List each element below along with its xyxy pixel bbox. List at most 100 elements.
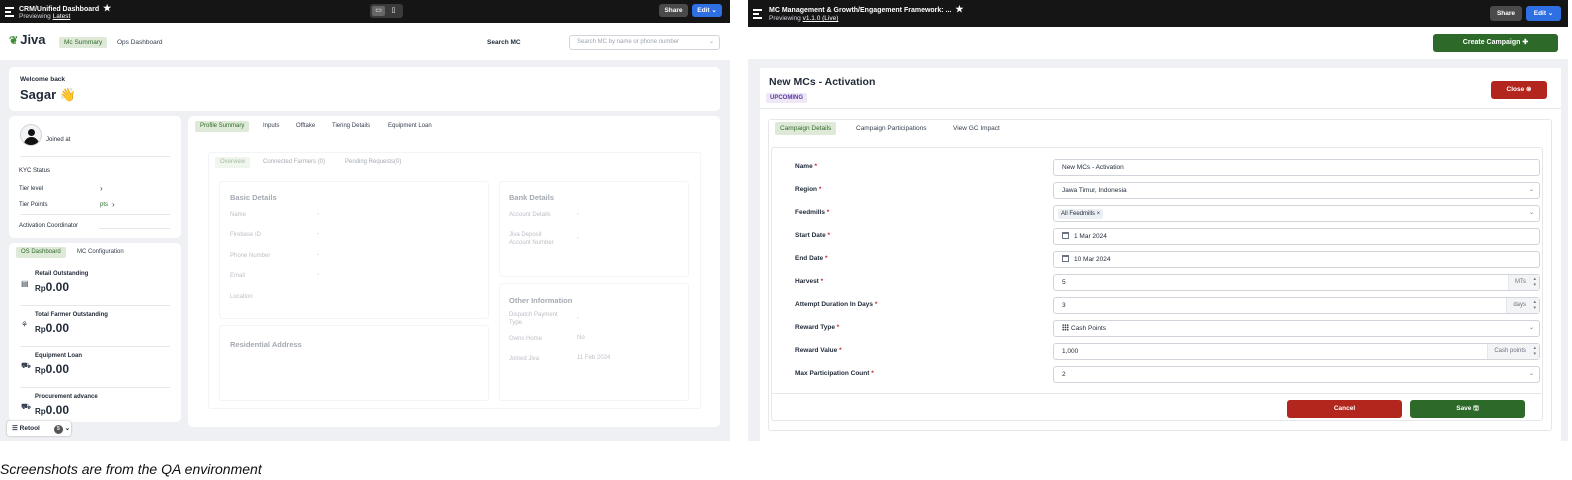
search-input[interactable]: Search MC by name or phone number ⌄ xyxy=(569,35,720,50)
left-screenshot: CRM/Unified Dashboard ★ Previewing Latest… xyxy=(0,0,730,441)
feedmill-chip[interactable]: All Feedmills × xyxy=(1058,209,1104,219)
overview-container: Overview Connected Farmers (0) Pending R… xyxy=(208,152,701,409)
welcome-card: Welcome back Sagar 👋 xyxy=(9,67,720,111)
preview-version-link[interactable]: v1.1.0 (Live) xyxy=(803,15,839,22)
field-value: - xyxy=(577,211,579,217)
edit-button[interactable]: Edit ⌄ xyxy=(1526,6,1561,21)
campaign-card: New MCs - Activation UPCOMING Close ⊗ Ca… xyxy=(760,68,1561,441)
top-bar: MC Management & Growth/Engagement Framew… xyxy=(748,0,1568,27)
residential-address-title: Residential Address xyxy=(230,340,302,349)
tab-os-dashboard[interactable]: OS Dashboard xyxy=(16,247,66,258)
basic-details-box: Basic Details Name - Firebase ID - Phone… xyxy=(219,181,489,319)
edit-button[interactable]: Edit ⌄ xyxy=(692,4,722,17)
os-item-value: Rp0.00 xyxy=(35,403,70,417)
name-input[interactable]: New MCs - Activation xyxy=(1053,159,1540,176)
app-navbar: ❦ Jiva Mc Summary Ops Dashboard Search MC… xyxy=(0,23,730,60)
stepper-icon[interactable]: ▴ ▾ xyxy=(1533,299,1536,311)
max-participation-select[interactable]: 2 ⌄ xyxy=(1053,366,1540,383)
tab-campaign-participations[interactable]: Campaign Participations xyxy=(851,122,931,135)
field-label-attempt-duration: Attempt Duration In Days * xyxy=(795,301,878,308)
feedmills-multiselect[interactable]: All Feedmills × ⌄ xyxy=(1053,205,1540,222)
star-icon[interactable]: ★ xyxy=(103,3,111,13)
tier-points-value: pts xyxy=(100,202,109,208)
field-label-feedmills: Feedmills * xyxy=(795,209,830,216)
divider xyxy=(20,214,170,215)
basic-details-title: Basic Details xyxy=(230,193,277,202)
retool-icon: ☰ xyxy=(12,425,18,432)
plant-icon: ⚘ xyxy=(21,320,29,329)
device-toggle[interactable]: ▭ ▯ xyxy=(370,4,403,18)
profile-summary-card: Profile Summary Inputs Offtake Tiering D… xyxy=(188,116,720,427)
tab-mc-summary[interactable]: Mc Summary xyxy=(59,37,108,48)
tab-mc-configuration[interactable]: MC Configuration xyxy=(72,247,129,258)
save-button[interactable]: Save 🖫 xyxy=(1410,400,1525,418)
tab-equipment-loan[interactable]: Equipment Loan xyxy=(383,121,437,132)
os-item-title: Equipment Loan xyxy=(35,353,82,359)
stepper-icon[interactable]: ▴ ▾ xyxy=(1533,345,1536,357)
field-label-harvest: Harvest * xyxy=(795,278,824,285)
top-bar: CRM/Unified Dashboard ★ Previewing Latest… xyxy=(0,0,730,23)
field-label-start-date: Start Date * xyxy=(795,232,831,239)
divider xyxy=(20,387,170,388)
chevron-down-icon: ⌄ xyxy=(1528,371,1534,377)
tier-points-label: Tier Points xyxy=(19,202,48,208)
other-information-box: Other Information Dispatch Payment Type … xyxy=(499,283,689,401)
chevron-right-icon[interactable]: › xyxy=(100,184,103,193)
tab-overview[interactable]: Overview xyxy=(215,157,251,168)
os-item-title: Retail Outstanding xyxy=(35,271,89,277)
field-value: - xyxy=(577,235,579,241)
caption: Screenshots are from the QA environment xyxy=(0,461,262,477)
tab-tiering-details[interactable]: Tiering Details xyxy=(327,121,375,132)
jiva-logo[interactable]: ❦ Jiva xyxy=(9,32,46,47)
chevron-down-icon: ⌄ xyxy=(1528,187,1534,193)
kyc-status-label: KYC Status xyxy=(19,168,51,174)
tier-level-label: Tier level xyxy=(19,186,44,192)
other-information-title: Other Information xyxy=(509,296,573,305)
field-label: Owns Home xyxy=(509,336,543,342)
search-label: Search MC xyxy=(487,39,521,46)
field-label-reward-type: Reward Type * xyxy=(795,324,840,331)
cancel-button[interactable]: Cancel xyxy=(1287,400,1402,418)
activation-coordinator-label: Activation Coordinator xyxy=(19,223,79,229)
avatar xyxy=(20,124,42,146)
field-label: Dispatch Payment Type xyxy=(509,312,558,326)
tab-campaign-details[interactable]: Campaign Details xyxy=(775,122,837,135)
region-select[interactable]: Jawa Timur, Indonesia ⌄ xyxy=(1053,182,1540,199)
retool-badge[interactable]: ☰ Retool 5 ⌄ xyxy=(7,421,71,436)
residential-address-box: Residential Address xyxy=(219,325,489,401)
tab-view-gc-impact[interactable]: View GC Impact xyxy=(948,122,1005,135)
share-button[interactable]: Share xyxy=(1490,6,1522,21)
tab-offtake[interactable]: Offtake xyxy=(291,121,320,132)
tab-profile-summary[interactable]: Profile Summary xyxy=(195,121,250,132)
start-date-picker[interactable]: 1 Mar 2024 xyxy=(1053,228,1540,245)
divider xyxy=(772,393,1542,394)
tab-pending-requests[interactable]: Pending Requests(0) xyxy=(340,157,406,168)
desktop-icon[interactable]: ▭ xyxy=(372,6,385,16)
mobile-icon[interactable]: ▯ xyxy=(387,6,400,16)
share-button[interactable]: Share xyxy=(659,4,688,17)
harvest-input[interactable]: 5 MTs ▴ ▾ xyxy=(1053,274,1540,291)
stepper-icon[interactable]: ▴ ▾ xyxy=(1533,276,1536,288)
divider xyxy=(20,346,170,347)
app-title: MC Management & Growth/Engagement Framew… xyxy=(769,4,964,14)
end-date-picker[interactable]: 10 Mar 2024 xyxy=(1053,251,1540,268)
tab-ops-dashboard[interactable]: Ops Dashboard xyxy=(112,37,168,48)
close-button[interactable]: Close ⊗ xyxy=(1491,81,1547,99)
tab-connected-farmers[interactable]: Connected Farmers (0) xyxy=(258,157,330,168)
attempt-duration-input[interactable]: 3 days ▴ ▾ xyxy=(1053,297,1540,314)
create-campaign-button[interactable]: Create Campaign ✚ xyxy=(1433,34,1558,52)
field-value: 11 Feb 2024 xyxy=(577,355,611,361)
field-label-reward-value: Reward Value * xyxy=(795,347,842,354)
star-icon[interactable]: ★ xyxy=(955,4,963,14)
field-label: Location xyxy=(230,294,253,300)
reward-type-select[interactable]: Cash Points ⌄ xyxy=(1053,320,1540,337)
os-item-value: Rp0.00 xyxy=(35,362,70,376)
tab-inputs[interactable]: Inputs xyxy=(258,121,284,132)
chevron-right-icon[interactable]: › xyxy=(112,200,115,209)
preview-version-link[interactable]: Latest xyxy=(53,13,71,20)
os-item-title: Procurement advance xyxy=(35,394,98,400)
grid-icon xyxy=(1062,324,1069,331)
reward-value-input[interactable]: 1,000 Cash points ▴ ▾ xyxy=(1053,343,1540,360)
menu-icon[interactable] xyxy=(5,7,14,17)
menu-icon[interactable] xyxy=(753,9,762,19)
